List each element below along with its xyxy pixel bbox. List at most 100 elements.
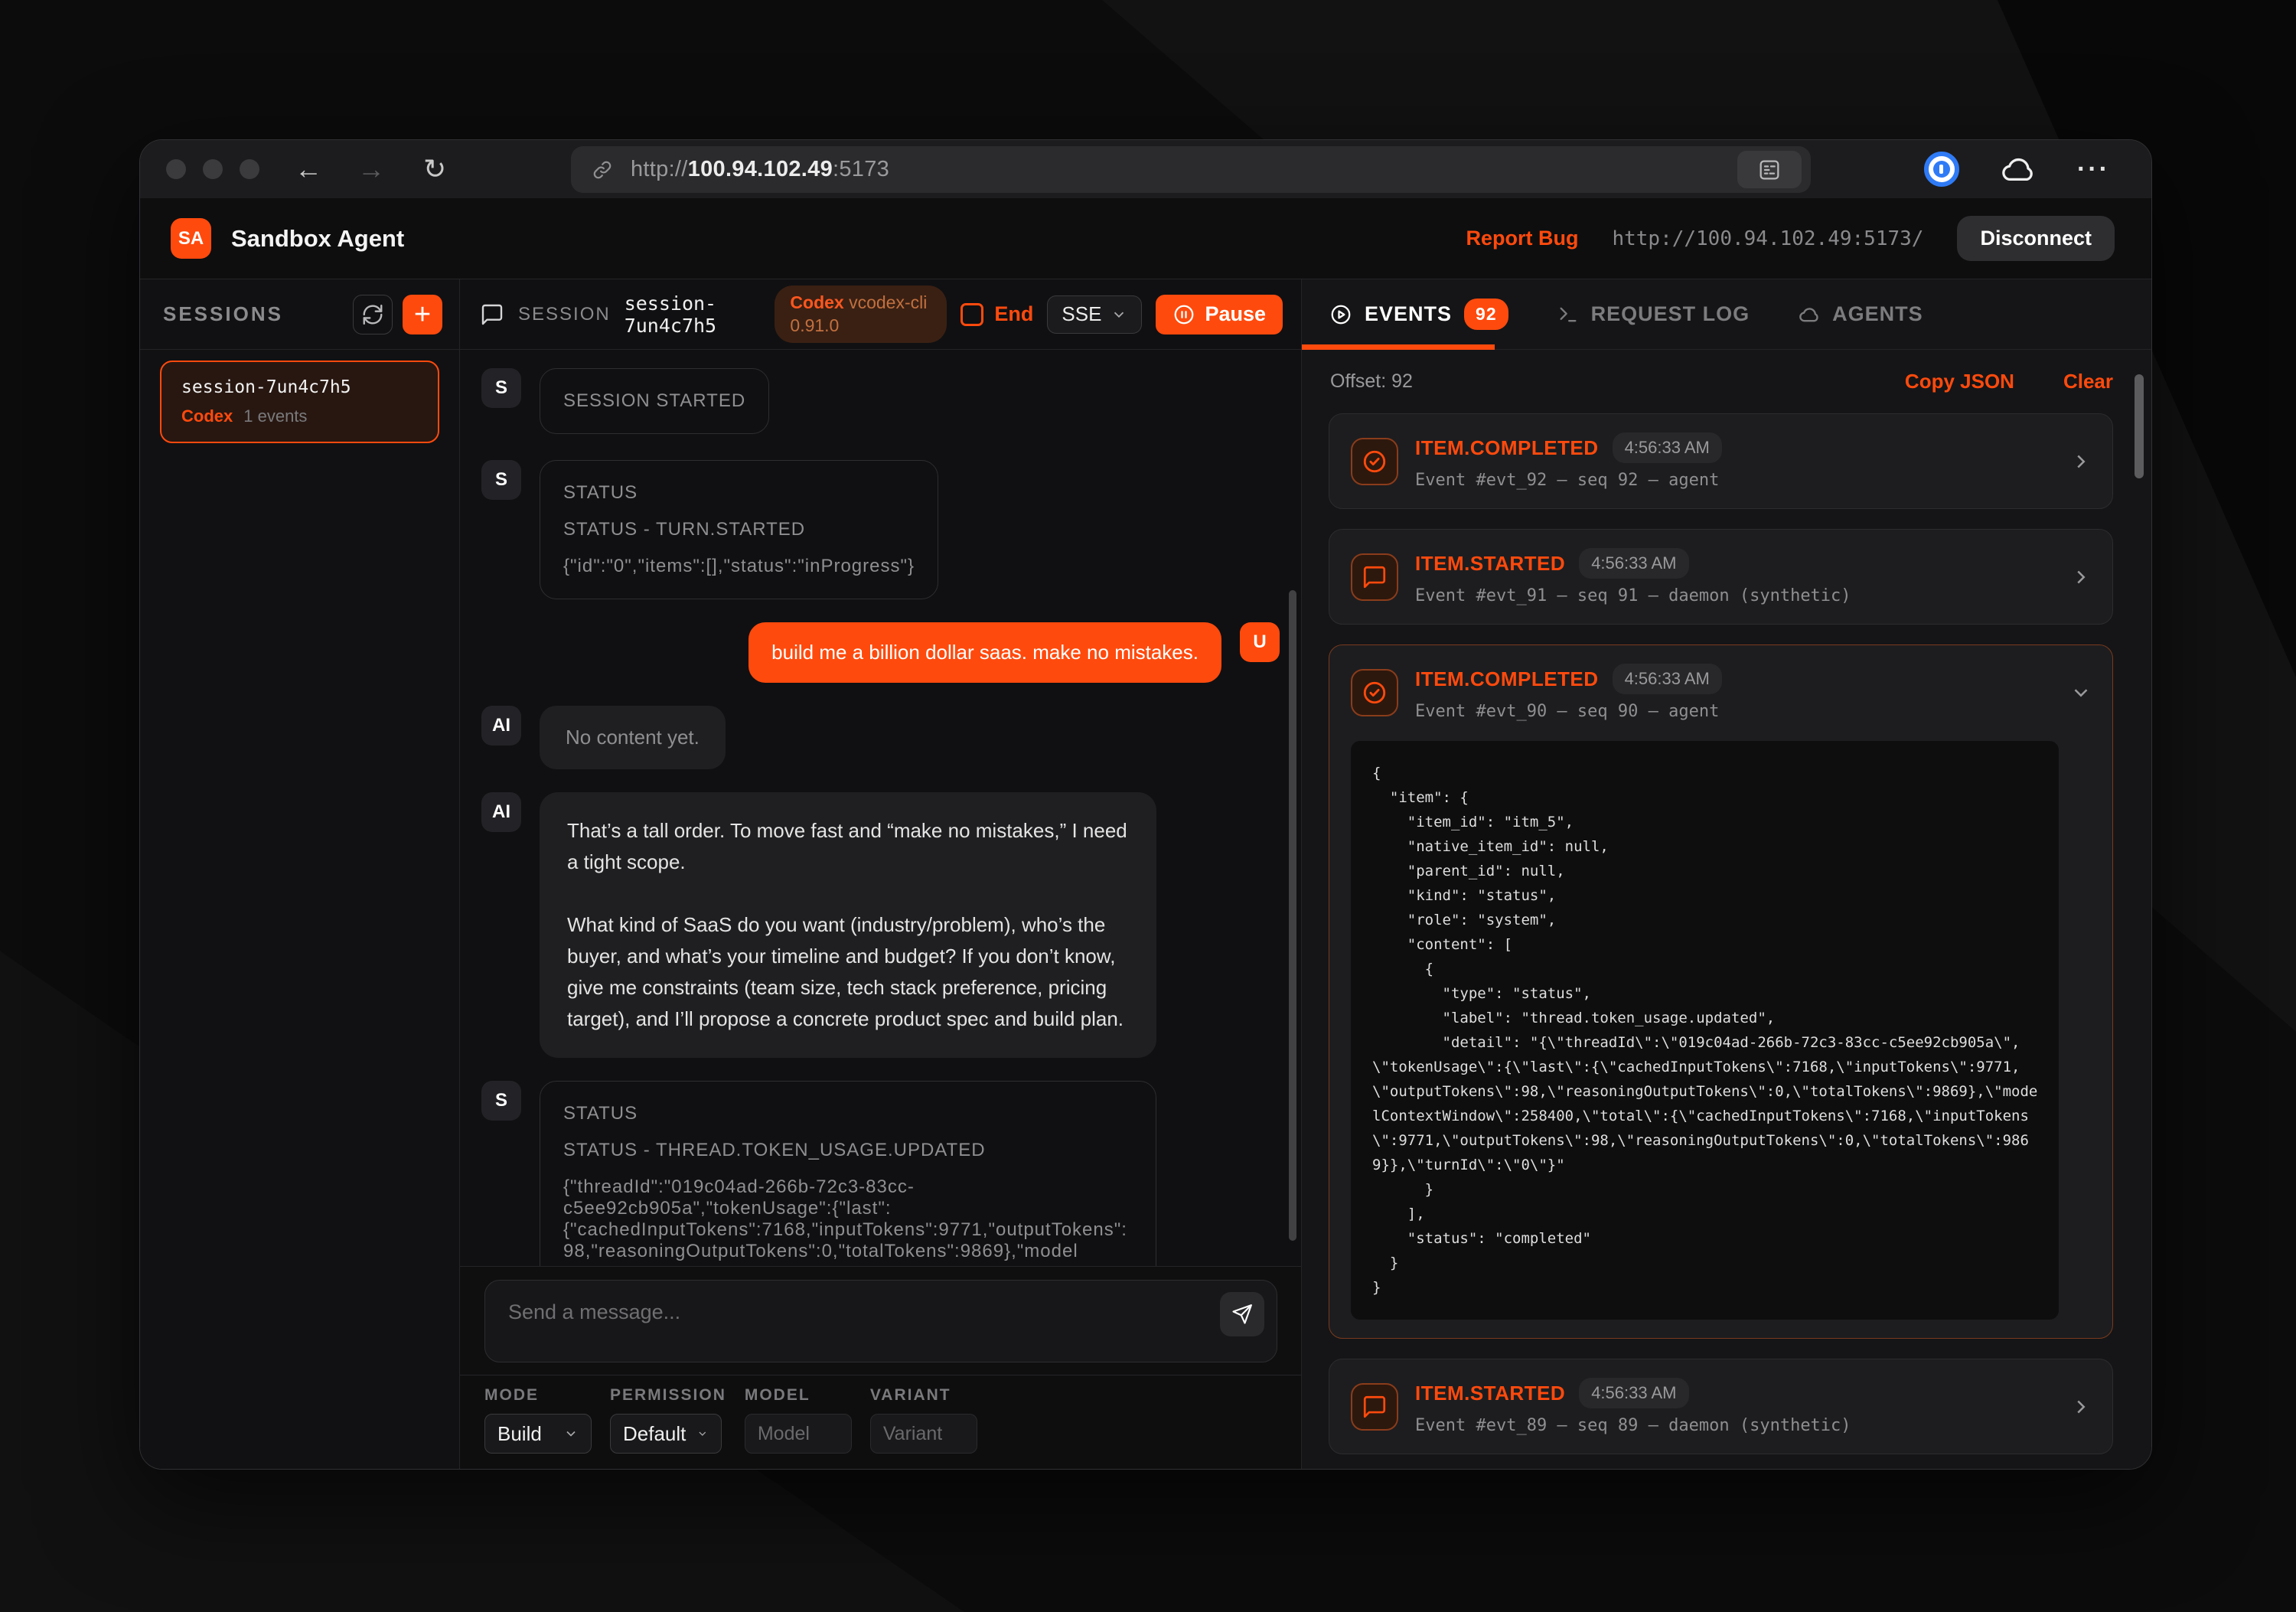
composer [460,1266,1301,1375]
event-card[interactable]: ITEM.STARTED 4:56:33 AM Event #evt_89 – … [1329,1359,2113,1454]
chevron-down-icon [563,1426,579,1441]
disconnect-button[interactable]: Disconnect [1957,216,2115,261]
mode-label: MODE [484,1386,592,1405]
tab-request-log[interactable]: REQUEST LOG [1557,302,1750,326]
ai-message-empty: AI No content yet. [481,706,1280,769]
status-message-token-usage: S STATUS STATUS - THREAD.TOKEN_USAGE.UPD… [481,1081,1280,1266]
app-header: SA Sandbox Agent Report Bug http://100.9… [140,198,2151,279]
send-icon [1231,1303,1254,1326]
app-logo: SA [171,218,211,259]
terminal-icon [1557,304,1579,325]
event-json-payload: { "item": { "item_id": "itm_5", "native_… [1351,741,2059,1320]
chevron-down-icon[interactable] [2069,681,2092,704]
password-manager-icon[interactable] [1924,152,1959,187]
message-input[interactable] [484,1280,1277,1362]
user-message: build me a billion dollar saas. make no … [481,622,1280,683]
model-input[interactable] [745,1414,852,1454]
avatar: S [481,368,521,408]
event-time: 4:56:33 AM [1613,432,1722,463]
variant-label: VARIANT [870,1386,977,1405]
events-scrollbar[interactable] [2135,374,2144,478]
report-bug-link[interactable]: Report Bug [1466,227,1578,250]
events-list: Offset: 92 Copy JSON Clear ITEM.COMPLETE… [1302,350,2151,1469]
chevron-down-icon [1110,306,1127,323]
pause-button[interactable]: Pause [1156,295,1283,334]
forward-button[interactable]: → [357,155,385,183]
model-label: MODEL [745,1386,852,1405]
permission-select[interactable]: Default [610,1414,722,1454]
window-close-button[interactable] [166,159,186,179]
user-avatar: U [1240,622,1280,662]
new-session-button[interactable]: + [403,295,442,334]
browser-window: ← → ↻ http://100.94.102.49:5173 [139,139,2152,1470]
url-text: http://100.94.102.49:5173 [631,157,889,182]
mode-select[interactable]: Build [484,1414,592,1454]
cloud-icon [1799,304,1820,325]
end-label: End [994,302,1033,326]
play-circle-icon [1329,303,1352,326]
message-square-icon [1351,553,1398,601]
event-time: 4:56:33 AM [1579,548,1688,579]
session-header: SESSION session-7un4c7h5 Codex vcodex-cl… [460,279,1301,350]
reload-button[interactable]: ↻ [423,155,446,183]
offset-label: Offset: 92 [1330,370,1413,393]
url-bar[interactable]: http://100.94.102.49:5173 [571,146,1811,193]
back-button[interactable]: ← [295,155,322,183]
traffic-lights [166,159,259,179]
session-event-count: 1 events [243,406,307,426]
active-tab-indicator [1302,344,1495,350]
session-id: session-7un4c7h5 [625,292,762,337]
session-name: session-7un4c7h5 [181,377,418,397]
status-message: S STATUS STATUS - TURN.STARTED {"id":"0"… [481,460,1280,599]
variant-input[interactable] [870,1414,977,1454]
event-card-expanded[interactable]: ITEM.COMPLETED 4:56:33 AM Event #evt_90 … [1329,644,2113,1339]
chevron-right-icon[interactable] [2069,450,2092,473]
server-url: http://100.94.102.49:5173/ [1612,227,1923,250]
chevron-right-icon[interactable] [2069,1395,2092,1418]
ai-message: AI That’s a tall order. To move fast and… [481,792,1280,1058]
event-card[interactable]: ITEM.STARTED 4:56:33 AM Event #evt_91 – … [1329,529,2113,625]
send-button[interactable] [1220,1292,1264,1336]
link-icon [591,158,614,181]
avatar: S [481,1081,521,1121]
sessions-sidebar: SESSIONS + session-7un4c7h5 Codex 1 even… [140,279,460,1469]
url-bar-panel-icon[interactable] [1737,151,1802,188]
refresh-sessions-button[interactable] [353,295,393,334]
transport-select[interactable]: SSE [1047,295,1142,334]
event-card[interactable]: ITEM.COMPLETED 4:56:33 AM Event #evt_92 … [1329,413,2113,509]
ai-avatar: AI [481,792,521,832]
events-count-badge: 92 [1464,299,1508,330]
agent-version-badge: Codex vcodex-cli 0.91.0 [775,286,947,344]
events-panel: EVENTS 92 REQUEST LOG AGENTS [1302,279,2151,1469]
chat-messages: S SESSION STARTED S STATUS STATUS - TURN… [460,350,1301,1266]
window-maximize-button[interactable] [240,159,259,179]
tab-agents[interactable]: AGENTS [1799,302,1923,326]
app-title: Sandbox Agent [231,225,404,253]
clear-button[interactable]: Clear [2063,370,2113,393]
event-time: 4:56:33 AM [1579,1378,1688,1408]
session-list-item[interactable]: session-7un4c7h5 Codex 1 events [160,361,439,443]
ai-avatar: AI [481,706,521,746]
check-circle-icon [1351,438,1398,485]
pause-circle-icon [1172,303,1195,326]
chat-scrollbar[interactable] [1289,590,1296,1241]
chevron-right-icon[interactable] [2069,566,2092,589]
system-message: S SESSION STARTED [481,368,1280,434]
session-controls: MODE Build PERMISSION Default MODEL [460,1375,1301,1469]
copy-json-button[interactable]: Copy JSON [1905,370,2014,393]
chat-panel: SESSION session-7un4c7h5 Codex vcodex-cl… [460,279,1302,1469]
avatar: S [481,460,521,500]
session-agent: Codex [181,406,233,426]
browser-menu-icon[interactable]: ··· [2077,155,2110,184]
session-label: SESSION [518,304,611,325]
message-square-icon [480,302,504,327]
tab-events[interactable]: EVENTS 92 [1329,299,1508,330]
cloud-icon[interactable] [2001,152,2036,187]
window-minimize-button[interactable] [203,159,223,179]
chevron-down-icon [696,1426,709,1441]
sessions-title: SESSIONS [163,302,283,326]
message-square-icon [1351,1383,1398,1431]
end-checkbox[interactable] [960,303,983,326]
browser-chrome: ← → ↻ http://100.94.102.49:5173 [140,140,2151,198]
check-circle-icon [1351,669,1398,716]
